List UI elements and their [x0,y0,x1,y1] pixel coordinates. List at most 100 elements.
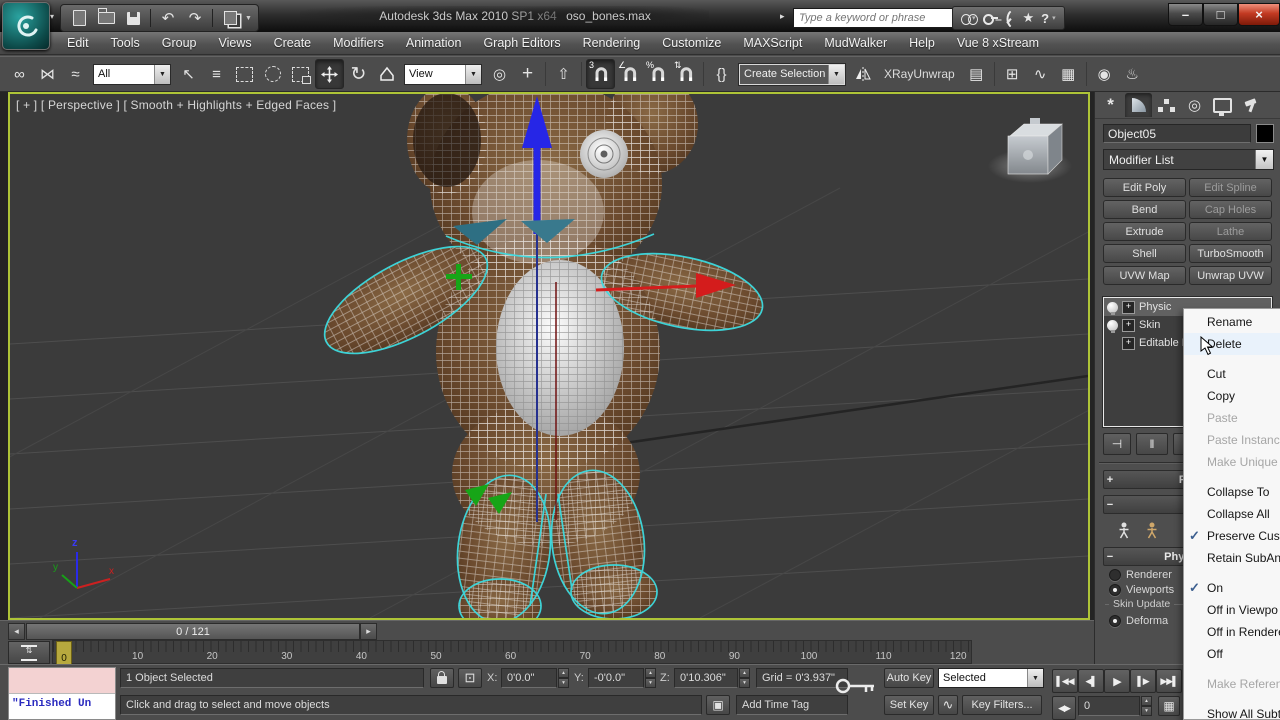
extrude-modifier-button[interactable]: Extrude [1103,222,1186,241]
dropdown-arrow-icon[interactable]: ▼ [1027,669,1043,687]
next-frame-arrow[interactable]: ▸ [360,623,377,640]
menu-create[interactable]: Create [263,36,323,50]
context-menu-item-off-in-viewpo[interactable]: Off in Viewpo [1184,599,1280,621]
context-menu-item-retain-subani[interactable]: Retain SubAni [1184,547,1280,569]
dropdown-arrow-icon[interactable]: ▼ [828,65,844,84]
tab-hierarchy[interactable] [1153,93,1180,117]
mirror-icon[interactable] [849,60,876,88]
x-spinner[interactable]: ▴▾ [558,668,569,688]
communication-center-button[interactable] [1004,8,1016,28]
radio-on-icon[interactable] [1109,584,1121,596]
tab-motion[interactable]: ◎ [1181,93,1208,117]
schematic-view-icon[interactable]: ▦ [1055,60,1082,88]
z-coordinate-field[interactable]: 0'10.306" [674,668,738,688]
menu-group[interactable]: Group [151,36,208,50]
dropdown-arrow-icon[interactable]: ▼ [465,65,481,84]
reference-coordinate-dropdown[interactable]: View▼ [404,64,482,85]
edit-poly-modifier-button[interactable]: Edit Poly [1103,178,1186,197]
key-mode-toggle[interactable]: ◀▶ [1052,696,1076,720]
named-selection-set-dropdown[interactable]: Create Selection Se▼ [739,64,845,85]
select-and-move-icon[interactable] [315,59,344,89]
window-crossing-toggle-icon[interactable] [287,60,314,88]
auto-key-button[interactable]: Auto Key [884,668,934,688]
radio-on-icon[interactable] [1109,615,1121,627]
object-name-field[interactable] [1103,124,1251,143]
container-explorer-icon[interactable]: ⊞ [999,60,1026,88]
uvw-map-modifier-button[interactable]: UVW Map [1103,266,1186,285]
menu-graph-editors[interactable]: Graph Editors [472,36,571,50]
listener-output-pane[interactable]: "Finished Un [9,694,115,719]
percent-snap-toggle-icon[interactable]: % [644,60,671,88]
modifier-list-arrow-icon[interactable]: ▼ [1255,150,1273,169]
y-coordinate-field[interactable]: -0'0.0" [588,668,644,688]
select-by-name-icon[interactable]: ≡ [203,60,230,88]
toolbar-options-caret-icon[interactable]: ▼ [245,15,252,22]
set-key-big-key-button[interactable] [834,673,878,699]
modifier-list-dropdown[interactable]: Modifier List ▼ [1103,149,1274,170]
open-file-button[interactable] [94,7,118,29]
open-mini-curve-editor-button[interactable]: ⇅ [8,641,50,664]
context-menu-item-preserve-cust[interactable]: Preserve Cust✓ [1184,525,1280,547]
bend-modifier-button[interactable]: Bend [1103,200,1186,219]
selection-lock-toggle[interactable] [430,668,454,688]
tab-modify[interactable] [1125,93,1152,117]
circular-selection-region-icon[interactable] [259,60,286,88]
play-button[interactable]: ▶ [1104,669,1130,693]
x-coordinate-field[interactable]: 0'0.0" [501,668,557,688]
infocenter-caret-icon[interactable]: ▸ [780,11,785,22]
key-filters-curve-icon[interactable]: ∿ [938,695,958,715]
zoom-region-icon[interactable]: ▦ [1158,696,1180,716]
physique-figure-icon[interactable] [1117,522,1131,539]
current-frame-field[interactable]: 0 [1078,696,1140,716]
keyboard-shortcut-override-icon[interactable]: ⇧ [550,60,577,88]
favorites-button[interactable]: ★ [1023,8,1035,28]
cap-holes-modifier-button[interactable]: Cap Holes [1189,200,1272,219]
menu-animation[interactable]: Animation [395,36,473,50]
modifier-enable-bulb-icon[interactable] [1107,302,1118,313]
unlink-selection-icon[interactable]: ⋈ [34,60,61,88]
angle-snap-toggle-icon[interactable]: ∠ [616,60,643,88]
rectangular-selection-region-icon[interactable] [231,60,258,88]
previous-frame-arrow[interactable]: ◂ [8,623,25,640]
perspective-viewport[interactable]: z x y [ + ] [ Perspective ] [ Smooth + H… [8,92,1090,620]
material-editor-icon[interactable]: ◉ [1091,60,1118,88]
application-menu-button[interactable] [2,2,50,50]
context-menu-item-show-all-subt[interactable]: Show All Subt [1184,703,1280,720]
time-tag-cube-icon[interactable]: ▣ [706,695,730,715]
viewport-canvas[interactable]: z x y [10,94,1088,618]
viewport-label[interactable]: [ + ] [ Perspective ] [ Smooth + Highlig… [16,98,336,112]
subscription-center-button[interactable] [983,8,997,28]
listener-macro-pane[interactable] [9,668,115,694]
layer-manager-icon[interactable]: ▤ [963,60,990,88]
turbosmooth-modifier-button[interactable]: TurboSmooth [1189,244,1272,263]
y-spinner[interactable]: ▴▾ [645,668,656,688]
context-menu-item-copy[interactable]: Copy [1184,385,1280,407]
unwrap-uvw-modifier-button[interactable]: Unwrap UVW [1189,266,1272,285]
menu-maxscript[interactable]: MAXScript [732,36,813,50]
physique-reinit-figure-icon[interactable] [1145,522,1159,539]
close-button[interactable]: × [1238,3,1280,26]
application-menu-caret-icon[interactable]: ▾ [50,12,54,21]
next-frame-button[interactable]: ▌▶ [1130,669,1156,693]
z-spinner[interactable]: ▴▾ [739,668,750,688]
goto-start-button[interactable]: ▌◀◀ [1052,669,1078,693]
context-menu-item-collapse-to[interactable]: Collapse To [1184,481,1280,503]
select-and-link-icon[interactable]: ∞ [6,60,33,88]
menu-vue-8-xstream[interactable]: Vue 8 xStream [946,36,1050,50]
shell-modifier-button[interactable]: Shell [1103,244,1186,263]
menu-edit[interactable]: Edit [56,36,100,50]
menu-modifiers[interactable]: Modifiers [322,36,395,50]
rollout-expand-icon[interactable]: + [1104,474,1116,486]
new-file-button[interactable] [67,7,91,29]
context-menu-item-off[interactable]: Off [1184,643,1280,665]
current-frame-marker[interactable]: 0 [56,641,72,665]
set-key-button[interactable]: Set Key [884,695,934,715]
spinner-snap-toggle-icon[interactable]: ⇅ [672,60,699,88]
view-cube[interactable] [988,118,1072,183]
redo-button[interactable]: ↷ [183,7,207,29]
select-and-rotate-icon[interactable]: ↻ [345,60,372,88]
context-menu-item-collapse-all[interactable]: Collapse All [1184,503,1280,525]
maximize-button[interactable]: □ [1203,3,1238,26]
previous-frame-button[interactable]: ◀▌ [1078,669,1104,693]
expand-icon[interactable]: + [1122,301,1135,314]
